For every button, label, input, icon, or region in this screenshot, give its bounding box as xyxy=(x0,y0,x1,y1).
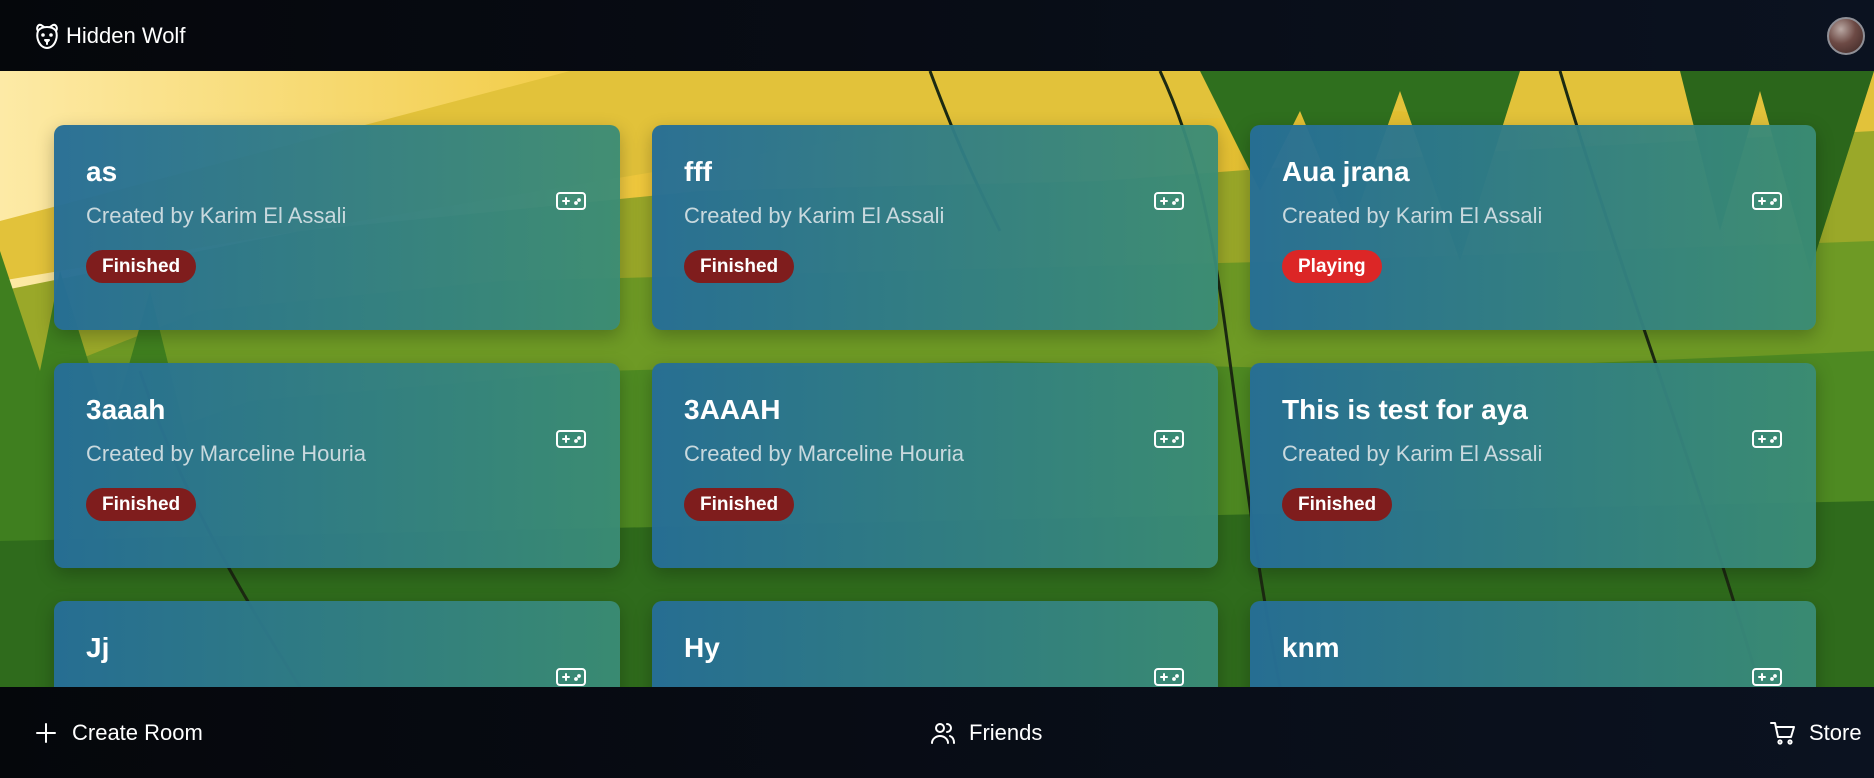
room-title: fff xyxy=(684,156,712,187)
dog-face-icon xyxy=(32,21,62,51)
bottom-nav: Create Room Friends Store xyxy=(0,687,1874,778)
store-button[interactable]: Store xyxy=(1769,719,1862,747)
gamepad-icon xyxy=(1751,189,1783,213)
status-badge: Finished xyxy=(684,250,795,284)
room-grid: as Created by Karim El Assali Finished fff C… xyxy=(54,125,1816,687)
friends-label: Friends xyxy=(969,719,1043,745)
gamepad-icon xyxy=(1153,665,1185,687)
gamepad-icon xyxy=(1751,665,1783,687)
room-title: Hy xyxy=(684,632,720,663)
room-creator: Created by Marceline Houria xyxy=(684,441,965,466)
status-badge: Finished xyxy=(86,250,197,284)
room-title: knm xyxy=(1282,632,1340,663)
room-list-area[interactable]: as Created by Karim El Assali Finished fff C… xyxy=(0,71,1874,687)
top-bar: Hidden Wolf xyxy=(0,0,1874,71)
gamepad-icon xyxy=(555,665,587,687)
room-creator: Created by Karim El Assali xyxy=(684,203,945,228)
status-badge: Finished xyxy=(684,488,795,522)
store-label: Store xyxy=(1809,719,1862,745)
gamepad-icon xyxy=(1153,427,1185,451)
room-card[interactable]: This is test for aya Created by Karim El … xyxy=(1250,363,1816,568)
room-card[interactable]: fff Created by Karim El Assali Finished xyxy=(652,125,1218,330)
room-creator: Created by Karim El Assali xyxy=(1282,203,1543,228)
room-creator: Created by Karim El Assali xyxy=(1282,441,1543,466)
room-card[interactable]: 3aaah Created by Marceline Houria Finished xyxy=(54,363,620,568)
status-badge: Finished xyxy=(1282,488,1393,522)
gamepad-icon xyxy=(1751,427,1783,451)
create-room-label: Create Room xyxy=(72,719,203,745)
plus-icon xyxy=(32,719,60,747)
room-creator: Created by Karim El Assali xyxy=(86,203,347,228)
brand[interactable]: Hidden Wolf xyxy=(32,21,185,51)
room-title: 3aaah xyxy=(86,394,166,425)
room-title: Jj xyxy=(86,632,110,663)
room-card[interactable]: Jj xyxy=(54,601,620,687)
room-card[interactable]: Aua jrana Created by Karim El Assali Playi… xyxy=(1250,125,1816,330)
gamepad-icon xyxy=(1153,189,1185,213)
room-title: as xyxy=(86,156,118,187)
friends-button[interactable]: Friends xyxy=(929,719,1042,747)
create-room-button[interactable]: Create Room xyxy=(32,719,203,747)
status-badge: Finished xyxy=(86,488,197,522)
gamepad-icon xyxy=(555,427,587,451)
room-card[interactable]: knm xyxy=(1250,601,1816,687)
room-card[interactable]: Hy xyxy=(652,601,1218,687)
room-title: Aua jrana xyxy=(1282,156,1410,187)
status-badge: Playing xyxy=(1282,250,1382,284)
app-name: Hidden Wolf xyxy=(66,22,186,48)
cart-icon xyxy=(1769,719,1797,747)
users-icon xyxy=(929,719,957,747)
room-card[interactable]: as Created by Karim El Assali Finished xyxy=(54,125,620,330)
room-title: 3AAAH xyxy=(684,394,781,425)
room-title: This is test for aya xyxy=(1282,394,1528,425)
room-card[interactable]: 3AAAH Created by Marceline Houria Finished xyxy=(652,363,1218,568)
room-creator: Created by Marceline Houria xyxy=(86,441,367,466)
gamepad-icon xyxy=(555,189,587,213)
user-avatar[interactable] xyxy=(1827,16,1865,55)
